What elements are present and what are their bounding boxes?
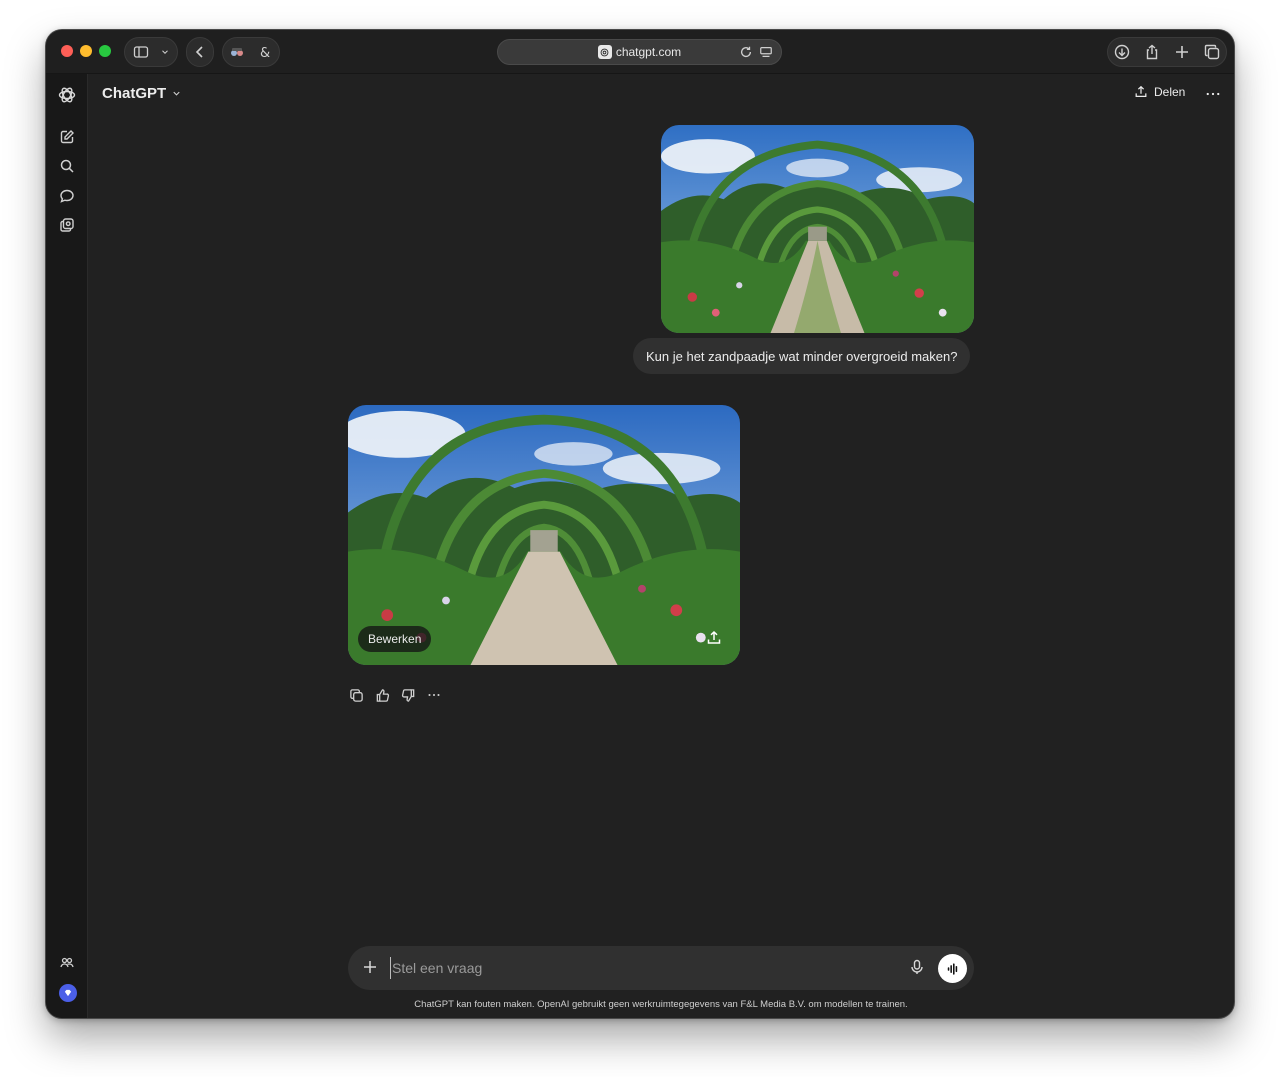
upgrade-button[interactable] [59, 984, 77, 1002]
download-icon[interactable] [1113, 43, 1131, 61]
share-icon[interactable] [1143, 43, 1161, 61]
chat-bubble-icon[interactable] [58, 187, 76, 205]
back-button[interactable] [186, 37, 214, 67]
reload-icon[interactable] [739, 45, 753, 59]
openai-logo-icon[interactable] [57, 85, 77, 105]
sidebar-toggle-icon[interactable] [132, 43, 150, 61]
toolbar-actions-group [1107, 37, 1227, 67]
ampersand-icon[interactable]: & [256, 43, 274, 61]
chatgpt-favicon-icon [597, 45, 612, 59]
add-attachment-icon[interactable] [362, 959, 380, 977]
voice-waveform-icon [947, 962, 957, 975]
new-chat-icon[interactable] [58, 128, 76, 146]
browser-window: & chatgpt.com ChatGPT Delen Kun je het z… [46, 30, 1234, 1018]
thumbs-up-icon[interactable] [374, 687, 390, 703]
voice-mode-button[interactable] [938, 954, 967, 983]
team-icon[interactable] [58, 954, 76, 972]
copy-icon[interactable] [348, 687, 364, 703]
chevron-down-icon [173, 91, 180, 96]
edit-image-button[interactable]: Bewerken [358, 626, 432, 652]
close-window-button[interactable] [61, 45, 73, 57]
back-icon [191, 43, 209, 61]
url-text: chatgpt.com [615, 45, 682, 59]
composer [348, 946, 974, 990]
thumbs-down-icon[interactable] [400, 687, 416, 703]
app-title: ChatGPT [102, 85, 167, 102]
upgrade-icon [64, 989, 72, 997]
message-actions [348, 687, 442, 703]
reader-icon[interactable] [759, 45, 773, 59]
model-selector[interactable]: ChatGPT [102, 85, 182, 102]
extension-icon[interactable] [228, 43, 246, 61]
disclaimer-text: ChatGPT kan fouten maken. OpenAI gebruik… [414, 999, 908, 1010]
extensions-group[interactable]: & [222, 37, 280, 67]
sidebar-toggle-group[interactable] [124, 37, 178, 67]
user-message-bubble: Kun je het zandpaadje wat minder overgro… [633, 338, 971, 374]
share-button[interactable]: Delen [1134, 85, 1185, 99]
generated-image[interactable]: Bewerken [348, 405, 740, 665]
message-input[interactable] [390, 957, 890, 979]
user-message-text: Kun je het zandpaadje wat minder overgro… [646, 348, 958, 364]
user-uploaded-image[interactable] [661, 125, 974, 333]
more-icon[interactable] [426, 687, 442, 703]
sidebar [46, 74, 88, 1018]
minimize-window-button[interactable] [80, 45, 92, 57]
library-icon[interactable] [58, 216, 76, 234]
edit-label: Bewerken [368, 632, 422, 646]
search-icon[interactable] [58, 157, 76, 175]
new-tab-icon[interactable] [1173, 43, 1191, 61]
zoom-window-button[interactable] [99, 45, 111, 57]
address-bar[interactable]: chatgpt.com [497, 39, 782, 65]
image-share-icon[interactable] [706, 630, 722, 646]
microphone-icon[interactable] [909, 959, 927, 977]
browser-toolbar: & chatgpt.com [46, 30, 1234, 74]
more-icon [1206, 92, 1220, 96]
chevron-down-icon[interactable] [160, 43, 170, 61]
more-options-button[interactable] [1204, 86, 1222, 102]
tabs-icon[interactable] [1203, 43, 1221, 61]
share-icon [1135, 85, 1147, 97]
svg-text:&: & [260, 46, 270, 60]
share-label: Delen [1154, 85, 1186, 99]
